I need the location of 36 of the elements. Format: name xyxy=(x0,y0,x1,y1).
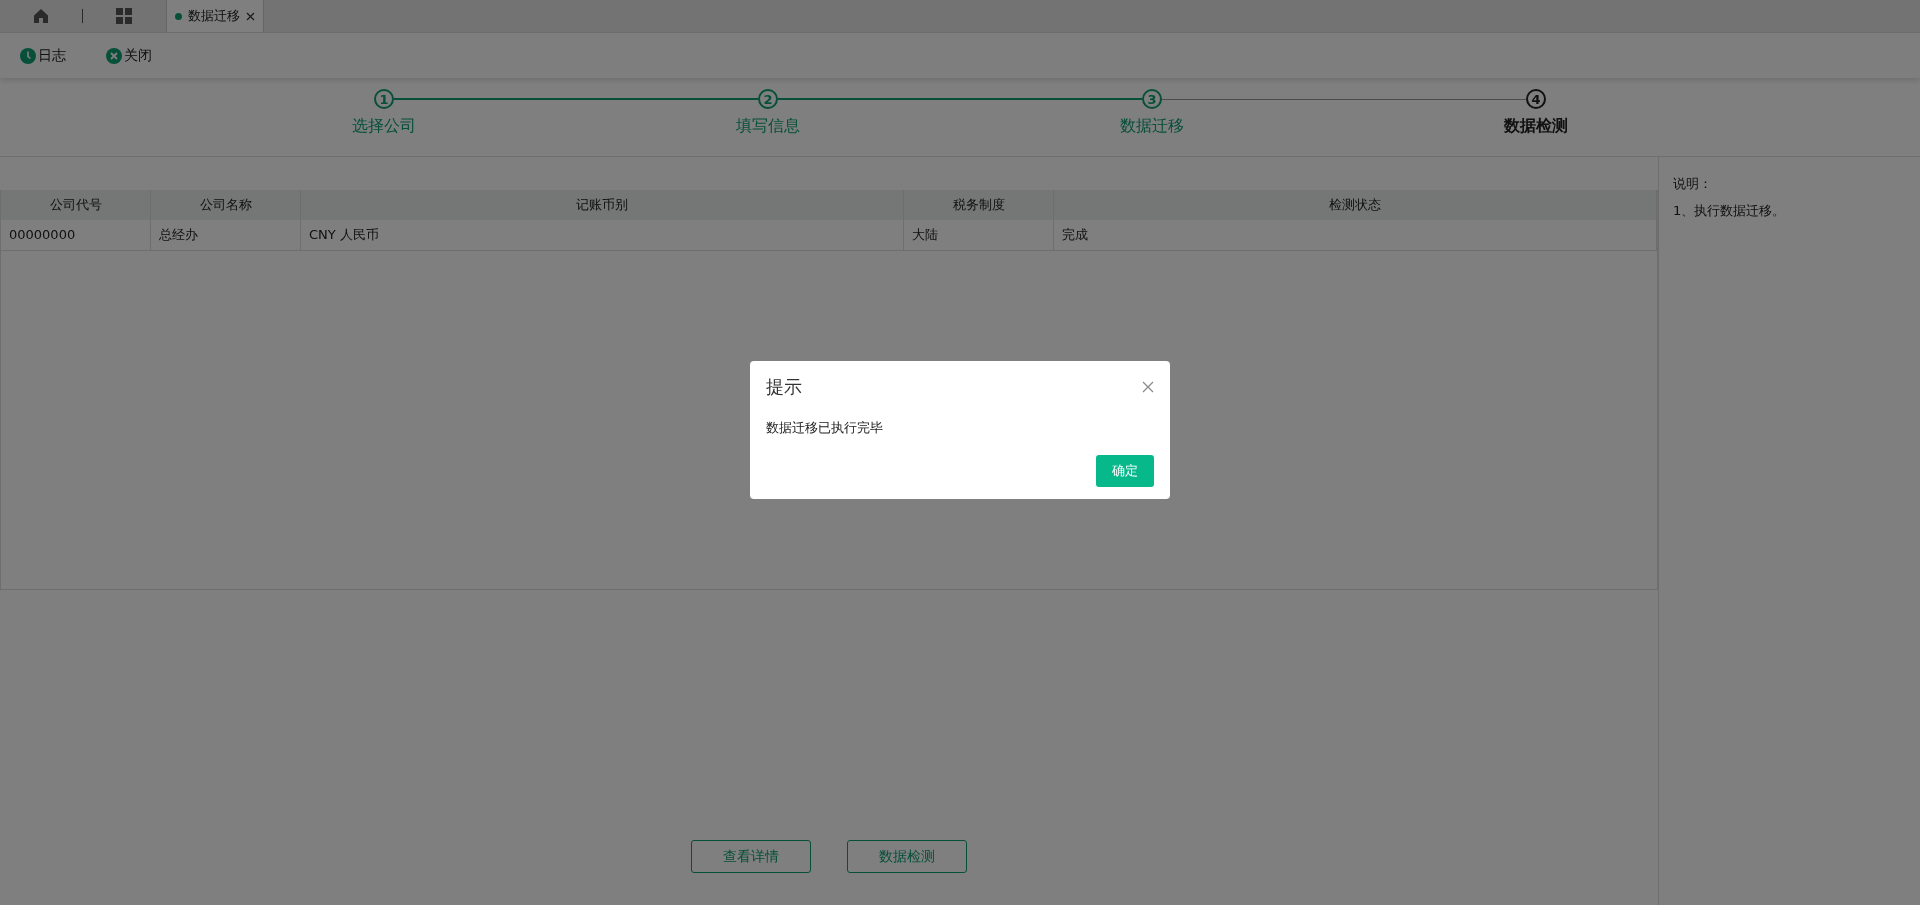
dialog-message: 数据迁移已执行完毕 xyxy=(766,418,884,437)
step-label: 选择公司 xyxy=(352,116,416,137)
close-icon[interactable] xyxy=(1142,380,1154,393)
log-button[interactable]: 日志 xyxy=(20,46,66,65)
step-number: 4 xyxy=(1526,89,1546,109)
column-header: 记账币别 xyxy=(301,190,904,220)
data-check-button[interactable]: 数据检测 xyxy=(847,840,967,873)
clock-icon xyxy=(20,47,36,64)
table-cell: CNY 人民币 xyxy=(301,220,904,251)
tab-label: 数据迁移 xyxy=(188,7,240,25)
step-label: 填写信息 xyxy=(736,116,800,137)
notes-title: 说明： xyxy=(1673,175,1713,193)
step-label: 数据检测 xyxy=(1504,116,1568,137)
dialog-title: 提示 xyxy=(766,374,802,399)
close-icon[interactable] xyxy=(246,11,255,21)
view-details-button[interactable]: 查看详情 xyxy=(691,840,811,873)
table-cell: 总经办 xyxy=(151,220,301,251)
table-cell: 大陆 xyxy=(904,220,1054,251)
close-circle-icon xyxy=(106,47,122,64)
page-tab[interactable]: 数据迁移 xyxy=(166,0,264,32)
step-label: 数据迁移 xyxy=(1120,116,1184,137)
table-cell: 完成 xyxy=(1054,220,1657,251)
column-header: 检测状态 xyxy=(1054,190,1657,220)
step-number: 2 xyxy=(758,89,778,109)
step-number: 1 xyxy=(374,89,394,109)
column-header: 公司代号 xyxy=(1,190,151,220)
table-cell: 00000000 xyxy=(1,220,151,251)
close-button[interactable]: 关闭 xyxy=(106,46,152,65)
step-number: 3 xyxy=(1142,89,1162,109)
column-header: 公司名称 xyxy=(151,190,301,220)
grid-icon xyxy=(116,8,132,24)
home-icon xyxy=(33,8,49,24)
notes-text: 1、执行数据迁移。 xyxy=(1673,202,1787,220)
column-header: 税务制度 xyxy=(904,190,1054,220)
confirm-button[interactable]: 确定 xyxy=(1096,454,1154,487)
active-dot-icon xyxy=(175,12,182,20)
